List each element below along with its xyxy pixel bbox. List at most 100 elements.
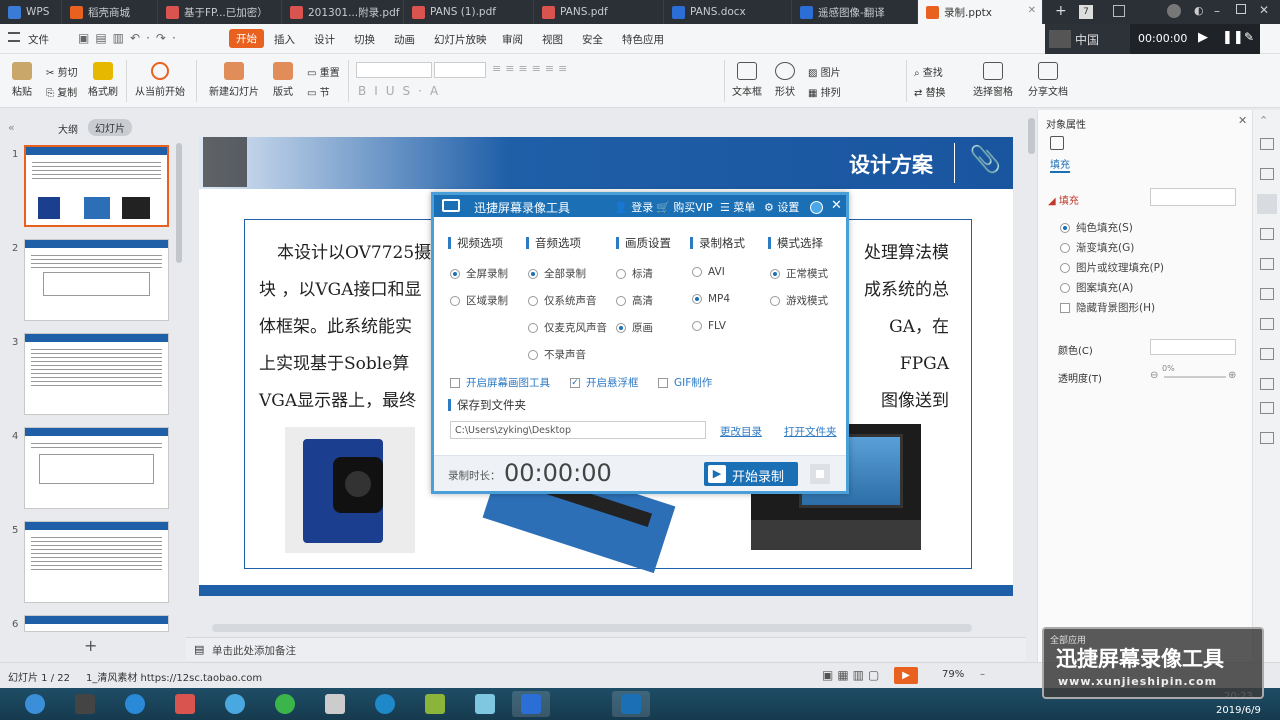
picture-button[interactable]: ▨ 图片 [808,64,841,79]
arrange-button[interactable]: ▦ 排列 [808,84,841,99]
menu-home[interactable]: 开始 [229,29,264,48]
transparency-slider[interactable] [1164,376,1226,378]
login-link[interactable]: 👤 登录 [614,199,653,215]
menu-view[interactable]: 视图 [542,32,563,47]
audio-all-option[interactable]: 全部录制 [528,266,586,281]
notes-bar[interactable]: ▤ 单击此处添加备注 [186,637,1026,661]
menu-features[interactable]: 特色应用 [622,32,664,47]
taskbar-app[interactable] [216,691,254,717]
textbox-button[interactable]: 文本框 [730,62,764,98]
taskbar-app-wps[interactable] [512,691,550,717]
collapse-icon[interactable]: « [8,121,15,134]
format-flv-option[interactable]: FLV [692,320,726,332]
start-recording-button[interactable]: ▶ 开始录制 [704,462,798,486]
taskbar-app[interactable] [66,691,104,717]
tab-doc-6[interactable]: 遥感图像-翻译 [792,0,918,24]
slide-thumb-5[interactable] [24,521,169,603]
close-icon[interactable]: ✕ [1238,114,1247,127]
menu-animation[interactable]: 动画 [394,32,415,47]
clock-date[interactable]: 2019/6/9 [1216,705,1261,716]
replace-button[interactable]: ⇄ 替换 [914,84,946,99]
tool-icon[interactable] [1260,168,1274,180]
fill-pattern-option[interactable]: 图案填充(A) [1060,280,1133,295]
slide-thumb-4[interactable] [24,427,169,509]
section-button[interactable]: ▭ 节 [307,84,330,99]
expand-icon[interactable]: ⌃ [1259,114,1268,127]
taskbar-app[interactable] [166,691,204,717]
paste-button[interactable]: 粘贴 [8,62,36,98]
plus-icon[interactable]: ⊕ [1228,370,1236,381]
fill-gradient-option[interactable]: 渐变填充(G) [1060,240,1134,255]
font-style-buttons[interactable]: BIUS·A [358,84,446,98]
fill-tab[interactable]: 填充 [1050,156,1070,173]
find-button[interactable]: ⌕ 查找 [914,64,943,79]
format-avi-option[interactable]: AVI [692,266,725,278]
fill-solid-option[interactable]: 纯色填充(S) [1060,220,1133,235]
menu-insert[interactable]: 插入 [274,32,295,47]
slides-tab[interactable]: 幻灯片 [88,119,132,136]
tab-count-badge[interactable]: 7 [1079,5,1093,19]
copy-button[interactable]: ⎘ 复制 [46,84,77,99]
taskbar-app[interactable] [316,691,354,717]
video-fullscreen-option[interactable]: 全屏录制 [450,266,508,281]
quality-hd-option[interactable]: 高清 [616,293,653,308]
template-info[interactable]: 1_清风素材 https://12sc.taobao.com [86,669,262,684]
play-icon[interactable]: ▶ [1198,30,1208,45]
add-slide-icon[interactable]: + [84,636,97,655]
maximize-icon[interactable] [1236,4,1246,14]
close-icon[interactable]: ✕ [1028,5,1036,16]
gif-checkbox[interactable]: GIF制作 [658,375,712,390]
menu-file[interactable]: 文件 [28,32,49,47]
menu-slideshow[interactable]: 幻灯片放映 [434,32,487,47]
menu-design[interactable]: 设计 [314,32,335,47]
zoom-out-icon[interactable]: – [980,669,985,680]
quality-original-option[interactable]: 原画 [616,320,653,335]
save-path-input[interactable]: C:\Users\zyking\Desktop [450,421,706,439]
tool-icon[interactable] [1260,432,1274,444]
menu-security[interactable]: 安全 [582,32,603,47]
paragraph-buttons[interactable]: ≡≡≡≡≡≡ [492,62,571,75]
tab-active-pptx[interactable]: 录制.pptx ✕ [918,0,1043,24]
tool-icon[interactable] [1260,402,1274,414]
color-select[interactable] [1150,339,1236,355]
menu-link[interactable]: ☰ 菜单 [720,199,755,215]
buy-vip-link[interactable]: 🛒 购买VIP [656,199,713,215]
tool-icon[interactable] [1260,318,1274,330]
taskbar-app[interactable] [366,691,404,717]
taskbar-app[interactable] [466,691,504,717]
close-icon[interactable]: ✕ [831,198,842,213]
slide-thumb-2[interactable] [24,239,169,321]
tool-icon[interactable] [1260,228,1274,240]
audio-system-option[interactable]: 仅系统声音 [528,293,597,308]
tab-doc-3[interactable]: PANS (1).pdf [404,0,534,24]
canvas-hscrollbar[interactable] [212,624,972,632]
audio-mic-option[interactable]: 仅麦克风声音 [528,320,607,335]
tab-doc-2[interactable]: 201301...附录.pdf [282,0,404,24]
fill-tab-icon[interactable] [1050,136,1064,150]
outline-tab[interactable]: 大纲 [58,121,78,136]
screen-recorder-dialog[interactable]: 迅捷屏幕录像工具 👤 登录 🛒 购买VIP ☰ 菜单 ⚙ 设置 ✕ 视频选项 全… [431,192,849,494]
tool-icon[interactable] [1260,378,1274,390]
tool-icon-active[interactable] [1257,194,1277,214]
fill-section-header[interactable]: ◢ 填充 [1048,192,1079,207]
screen-draw-checkbox[interactable]: 开启屏幕画图工具 [450,375,550,390]
tab-docer[interactable]: 稻壳商城 [62,0,158,24]
taskbar-app-recorder[interactable] [612,691,650,717]
share-doc-button[interactable]: 分享文档 [1026,62,1070,98]
slide-thumb-1[interactable] [24,145,169,227]
change-dir-link[interactable]: 更改目录 [720,424,762,439]
minimize-icon[interactable] [810,201,823,214]
cut-button[interactable]: ✂ 剪切 [46,64,78,79]
taskbar-app[interactable] [116,691,154,717]
thumb-scrollbar[interactable] [176,143,182,263]
shape-button[interactable]: 形状 [770,62,800,98]
canvas-vscrollbar[interactable] [1028,118,1035,154]
layout-button[interactable]: 版式 [268,62,298,98]
pause-icon[interactable]: ❚❚ [1222,30,1244,45]
quick-access-icons[interactable]: ▣▤▥↶·↷· [78,31,182,45]
tool-icon[interactable] [1260,258,1274,270]
tool-icon[interactable] [1260,288,1274,300]
minimize-icon[interactable]: – [1214,4,1220,18]
tool-icon[interactable] [1260,138,1274,150]
menu-transition[interactable]: 切换 [354,32,375,47]
